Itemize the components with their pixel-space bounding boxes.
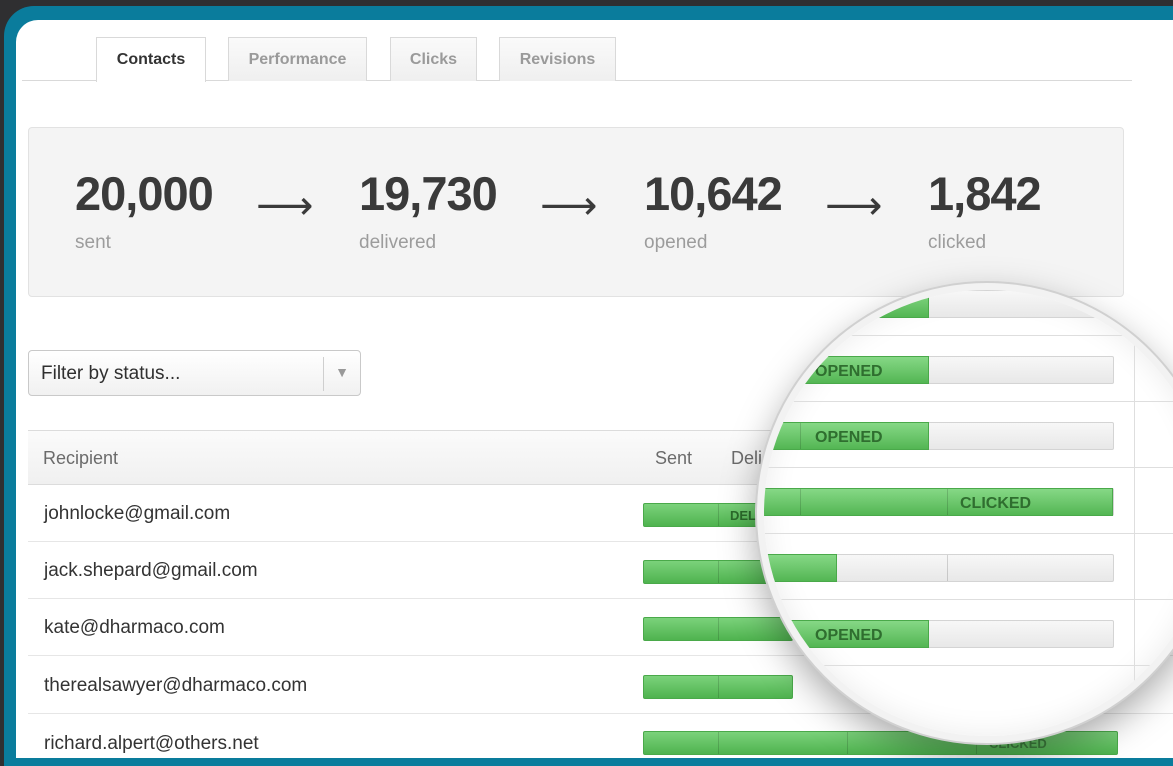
stat-clicked-value: 1,842 [928,167,1042,220]
magnified-status-track: CLICKED [764,488,1114,516]
magnified-track-tick [800,423,801,449]
select-divider [323,357,324,391]
stat-opened: 10,642 opened [644,167,783,254]
magnified-status-fill [764,488,1113,516]
magnified-status-label: OPENED [815,627,883,644]
magnified-status-track: OPENED [764,356,1114,384]
magnified-row: OPENED [764,600,1173,666]
magnified-status-track: OPENED [764,422,1114,450]
magnified-track-tick [947,555,948,581]
recipient-email: richard.alpert@others.net [44,733,259,754]
status-badge: DEL [730,508,756,523]
arrow-right-icon: ⟶ [825,184,883,228]
magnified-row [764,534,1173,600]
tab-contacts[interactable]: Contacts [96,37,206,82]
status-bar [643,675,793,699]
stat-delivered-value: 19,730 [359,167,498,220]
column-header-delivered[interactable]: Deli [731,448,762,469]
magnified-row: OPENED [764,402,1173,468]
magnified-status-label: CLICKED [960,495,1032,512]
status-filter-select[interactable]: Filter by status... ▼ [28,350,361,396]
magnified-status-track: OPENED [764,290,1114,318]
magnified-row: CLICKED [764,468,1173,534]
magnified-track-tick [800,489,801,515]
status-filter-placeholder: Filter by status... [41,363,181,384]
stat-opened-value: 10,642 [644,167,783,220]
stat-sent-value: 20,000 [75,167,214,220]
magnified-status-label: OPENED [811,297,879,314]
magnified-row: OPENED [764,290,1173,336]
status-bar-divider [718,676,719,698]
status-bar-divider [847,732,848,754]
status-bar-divider [718,561,719,583]
status-bar-divider [718,618,719,640]
magnified-track-tick [947,489,948,515]
stat-sent: 20,000 sent [75,167,214,254]
arrow-right-icon: ⟶ [256,184,314,228]
recipient-email: kate@dharmaco.com [44,617,225,638]
recipient-email: johnlocke@gmail.com [44,503,231,524]
chevron-down-icon[interactable]: ▼ [335,364,349,380]
recipient-email: jack.shepard@gmail.com [44,560,258,581]
magnified-row: OPENED [764,336,1173,402]
recipient-email: therealsawyer@dharmaco.com [44,675,308,696]
column-header-sent[interactable]: Sent [655,448,692,469]
magnified-status-label: OPENED [815,429,883,446]
column-header-recipient[interactable]: Recipient [43,448,118,469]
campaign-report-panel: Contacts Performance Clicks Revisions 20… [16,20,1173,758]
magnified-status-track: OPENED [764,620,1114,648]
magnified-status-fill [764,554,837,582]
tab-clicks[interactable]: Clicks [390,37,477,81]
stat-delivered: 19,730 delivered [359,167,498,254]
status-bar-divider [718,504,719,526]
stat-clicked: 1,842 clicked [928,167,1042,254]
magnified-status-track [764,554,1114,582]
magnified-status-label: OPENED [815,363,883,380]
status-bar-divider [718,732,719,754]
tab-revisions[interactable]: Revisions [499,37,616,81]
stat-clicked-label: clicked [928,232,987,253]
arrow-right-icon: ⟶ [540,184,598,228]
stats-summary: 20,000 sent ⟶ 19,730 delivered ⟶ 10,642 … [28,127,1124,297]
magnified-track-tick [800,357,801,383]
stat-delivered-label: delivered [359,232,437,253]
tab-performance[interactable]: Performance [228,37,367,81]
stat-opened-label: opened [644,232,708,253]
stat-sent-label: sent [75,232,111,253]
